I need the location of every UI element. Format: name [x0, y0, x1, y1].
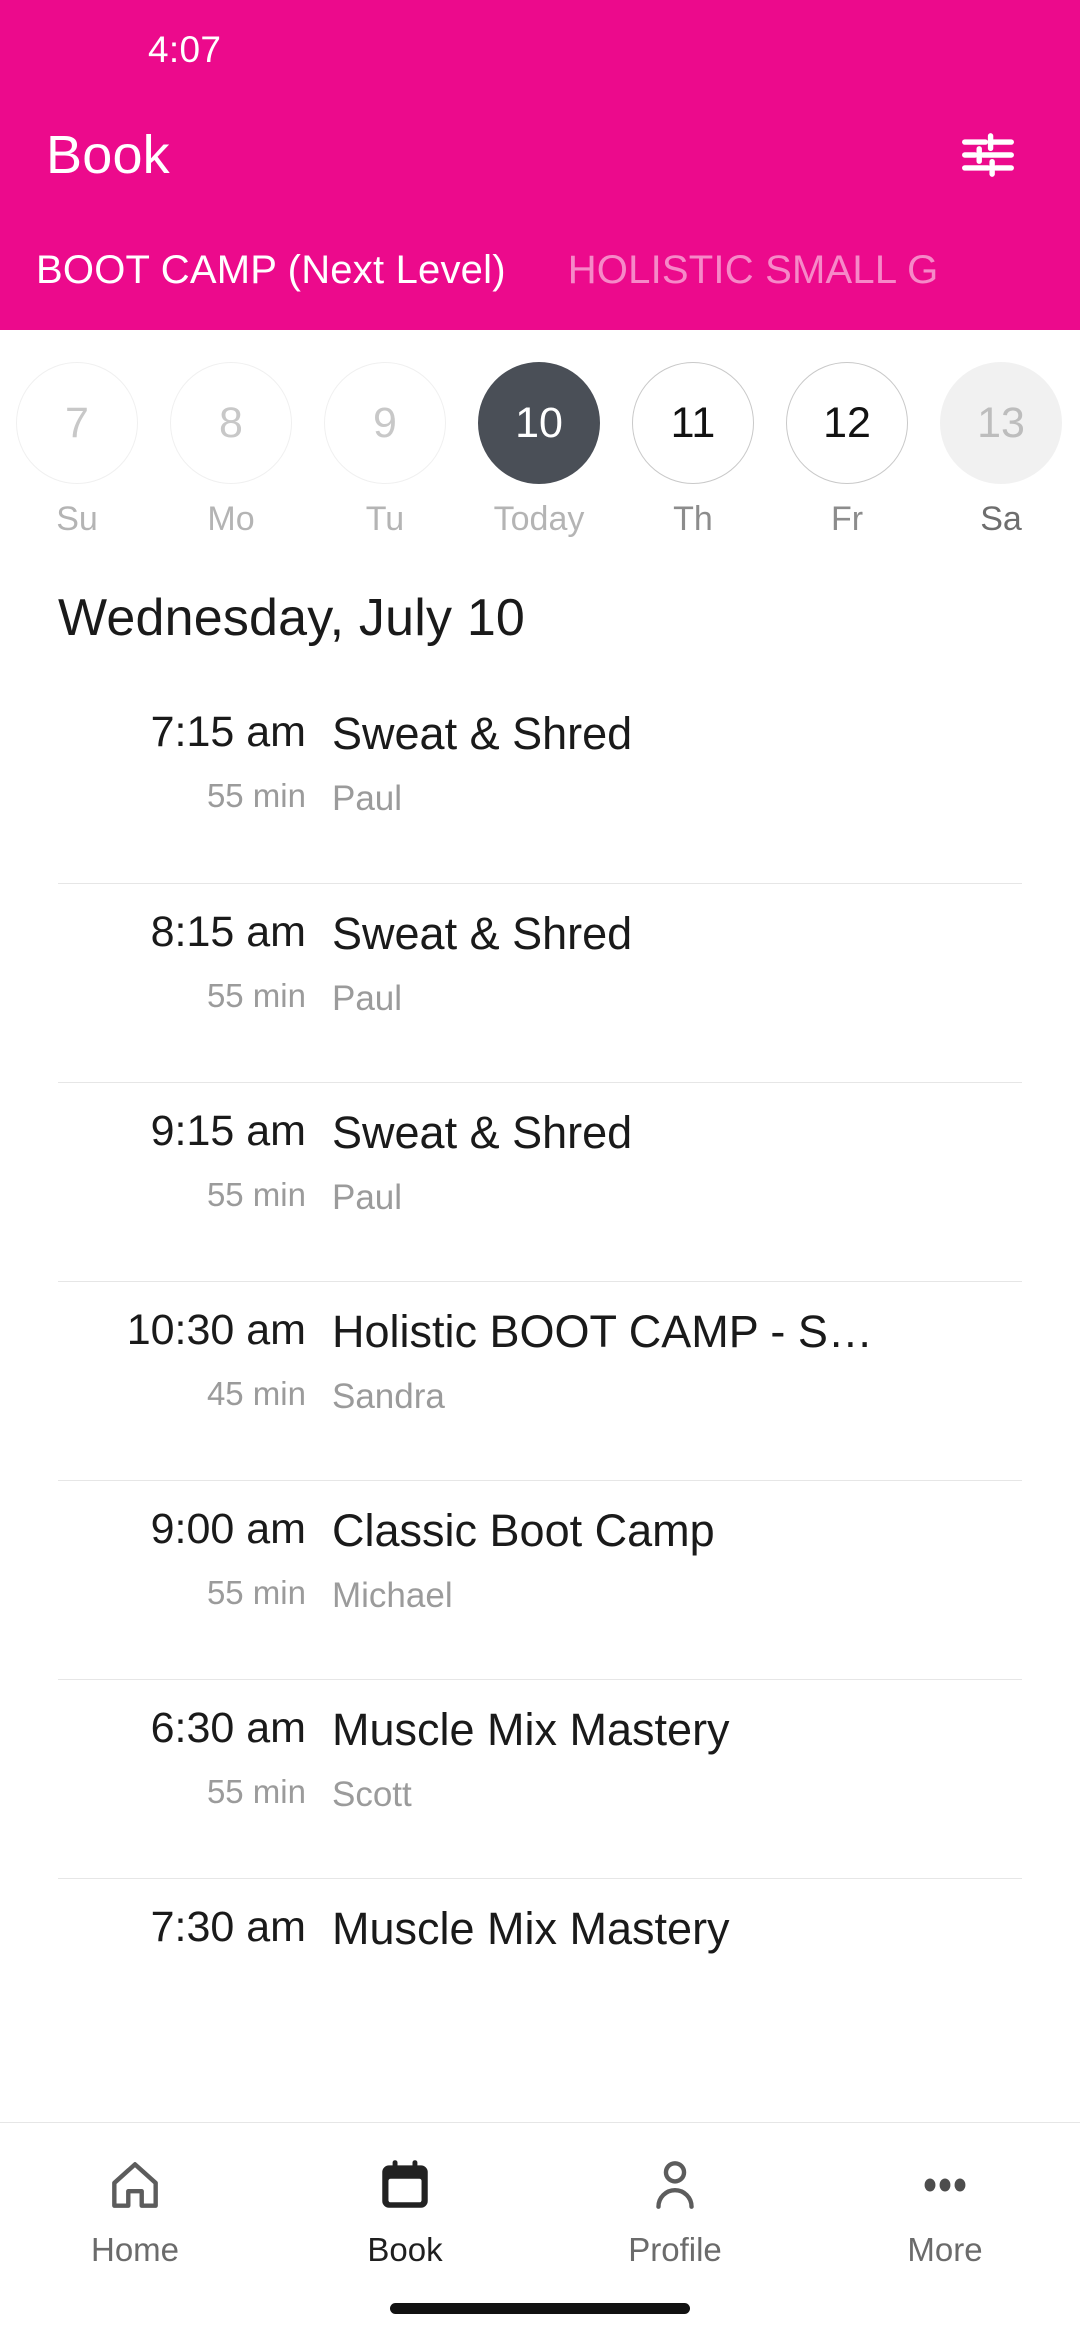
class-row[interactable]: 9:15 am 55 min Sweat & Shred Paul — [58, 1082, 1022, 1281]
app-header: 4:07 Book BOOT CAMP (Next Level) HOLISTI… — [0, 0, 1080, 330]
date-cell-11[interactable]: 11 Th — [616, 362, 770, 539]
app-bar: Book — [0, 100, 1080, 210]
class-duration: 55 min — [206, 1574, 306, 1612]
class-time-block: 7:15 am 55 min — [58, 708, 318, 815]
date-number-8: 8 — [170, 362, 292, 484]
class-name: Sweat & Shred — [332, 1109, 633, 1158]
class-time-block: 10:30 am 45 min — [58, 1306, 318, 1413]
class-start-time: 9:15 am — [150, 1107, 306, 1155]
class-name: Classic Boot Camp — [332, 1507, 715, 1556]
class-time-block: 6:30 am 55 min — [58, 1704, 318, 1811]
class-info-block: Sweat & Shred Paul — [318, 910, 1022, 1019]
nav-item-book[interactable]: Book — [270, 2149, 540, 2269]
class-info-block: Holistic BOOT CAMP - S… Sandra — [318, 1308, 1022, 1417]
class-instructor: Scott — [332, 1774, 412, 1814]
class-duration: 55 min — [206, 977, 306, 1015]
class-start-time: 7:15 am — [150, 708, 306, 756]
class-info-block: Classic Boot Camp Michael — [318, 1507, 1022, 1616]
home-indicator-bar — [390, 2303, 690, 2314]
date-weekday-9: Tu — [365, 500, 405, 538]
dots-icon — [914, 2149, 976, 2221]
class-row[interactable]: 6:30 am 55 min Muscle Mix Mastery Scott — [58, 1679, 1022, 1878]
date-cell-9[interactable]: 9 Tu — [308, 362, 462, 539]
calendar-icon — [374, 2149, 436, 2221]
class-duration: 55 min — [206, 1176, 306, 1214]
tab-holistic-small-group[interactable]: HOLISTIC SMALL G — [568, 248, 1001, 293]
class-start-time: 7:30 am — [150, 1903, 306, 1951]
date-weekday-8: Mo — [207, 500, 255, 538]
class-row[interactable]: 9:00 am 55 min Classic Boot Camp Michael — [58, 1480, 1022, 1679]
class-row[interactable]: 7:15 am 55 min Sweat & Shred Paul — [58, 684, 1022, 883]
nav-item-profile[interactable]: Profile — [540, 2149, 810, 2269]
class-name: Sweat & Shred — [332, 710, 633, 759]
date-number-10: 10 — [478, 362, 600, 484]
class-info-block: Sweat & Shred Paul — [318, 1109, 1022, 1218]
category-tab-bar[interactable]: BOOT CAMP (Next Level) HOLISTIC SMALL G — [0, 210, 1080, 330]
class-row[interactable]: 10:30 am 45 min Holistic BOOT CAMP - S… … — [58, 1281, 1022, 1480]
date-selector-strip[interactable]: 7 Su 8 Mo 9 Tu 10 Today 11 Th 12 Fr 13 S… — [0, 330, 1080, 560]
date-weekday-12: Fr — [830, 500, 864, 538]
class-time-block: 9:15 am 55 min — [58, 1107, 318, 1214]
class-time-block: 9:00 am 55 min — [58, 1505, 318, 1612]
class-instructor: Paul — [332, 778, 403, 818]
app-screen: 4:07 Book BOOT CAMP (Next Level) HOLISTI… — [0, 0, 1080, 2340]
date-cell-7[interactable]: 7 Su — [0, 362, 154, 539]
class-duration: 45 min — [206, 1375, 306, 1413]
person-icon — [644, 2149, 706, 2221]
date-number-13: 13 — [940, 362, 1062, 484]
nav-label-home: Home — [90, 2231, 180, 2268]
class-name: Sweat & Shred — [332, 910, 633, 959]
class-instructor: Michael — [332, 1575, 453, 1615]
date-cell-13[interactable]: 13 Sa — [924, 362, 1078, 539]
class-name: Muscle Mix Mastery — [332, 1706, 730, 1755]
class-duration: 55 min — [206, 777, 306, 815]
class-start-time: 8:15 am — [150, 908, 306, 956]
page-title: Book — [46, 125, 170, 185]
tab-boot-camp-next-level[interactable]: BOOT CAMP (Next Level) — [36, 248, 568, 293]
class-instructor: Paul — [332, 978, 403, 1018]
date-number-11: 11 — [632, 362, 754, 484]
nav-label-book: Book — [367, 2231, 443, 2268]
class-info-block: Sweat & Shred Paul — [318, 710, 1022, 819]
date-weekday-10: Today — [493, 500, 585, 538]
filter-tune-icon[interactable] — [956, 123, 1020, 187]
date-weekday-7: Su — [56, 500, 98, 538]
class-list[interactable]: 7:15 am 55 min Sweat & Shred Paul 8:15 a… — [0, 684, 1080, 2340]
date-cell-8[interactable]: 8 Mo — [154, 362, 308, 539]
nav-label-profile: Profile — [628, 2231, 722, 2268]
class-start-time: 6:30 am — [150, 1704, 306, 1752]
schedule-date-heading: Wednesday, July 10 — [58, 589, 526, 647]
class-name: Muscle Mix Mastery — [332, 1905, 730, 1954]
class-time-block: 8:15 am 55 min — [58, 908, 318, 1015]
home-icon — [104, 2149, 166, 2221]
nav-label-more: More — [907, 2231, 983, 2268]
class-row[interactable]: 7:30 am Muscle Mix Mastery — [58, 1878, 1022, 2077]
class-info-block: Muscle Mix Mastery Scott — [318, 1706, 1022, 1815]
date-number-7: 7 — [16, 362, 138, 484]
date-cell-12[interactable]: 12 Fr — [770, 362, 924, 539]
status-bar-clock: 4:07 — [148, 29, 222, 70]
class-start-time: 10:30 am — [126, 1306, 306, 1354]
class-name: Holistic BOOT CAMP - S… — [332, 1308, 873, 1357]
date-number-12: 12 — [786, 362, 908, 484]
class-time-block: 7:30 am — [58, 1903, 318, 1972]
date-weekday-11: Th — [673, 500, 713, 538]
nav-item-more[interactable]: More — [810, 2149, 1080, 2269]
class-instructor: Paul — [332, 1177, 403, 1217]
date-weekday-13: Sa — [980, 500, 1022, 538]
date-number-9: 9 — [324, 362, 446, 484]
status-bar: 4:07 — [0, 0, 1080, 100]
class-info-block: Muscle Mix Mastery — [318, 1905, 1022, 1974]
class-start-time: 9:00 am — [150, 1505, 306, 1553]
bottom-navigation-bar[interactable]: Home Book Profile More — [0, 2122, 1080, 2340]
nav-item-home[interactable]: Home — [0, 2149, 270, 2269]
class-instructor: Sandra — [332, 1376, 445, 1416]
class-row[interactable]: 8:15 am 55 min Sweat & Shred Paul — [58, 883, 1022, 1082]
date-cell-10-today[interactable]: 10 Today — [462, 362, 616, 539]
class-duration: 55 min — [206, 1773, 306, 1811]
